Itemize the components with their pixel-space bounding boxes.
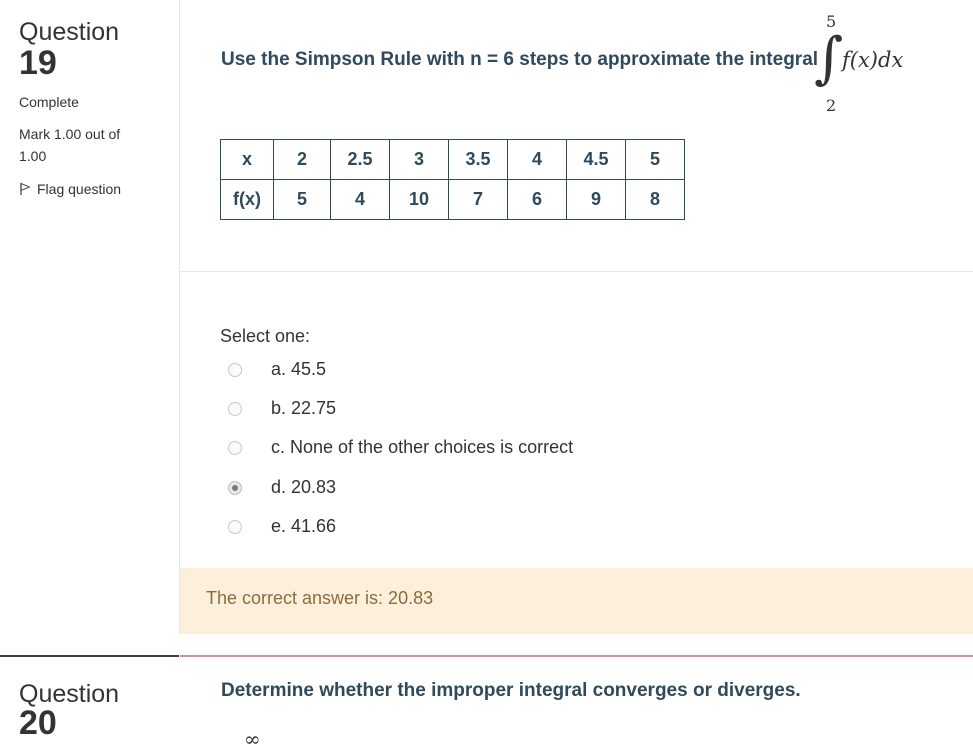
- table-cell: 5: [273, 179, 331, 220]
- radio-button-e[interactable]: [228, 519, 242, 534]
- info-column-divider: [179, 0, 180, 634]
- flag-question-link[interactable]: Flag question: [19, 178, 121, 200]
- values-table: x 2 2.5 3 3.5 4 4.5 5 f(x) 5 4 10 7 6 9 …: [220, 139, 685, 220]
- answer-option-e[interactable]: e. 41.66: [228, 516, 336, 537]
- table-cell: 4.5: [566, 139, 626, 180]
- answer-option-b[interactable]: b. 22.75: [228, 398, 336, 419]
- table-cell: 8: [625, 179, 685, 220]
- integral-integrand: f(x)dx: [842, 48, 904, 72]
- radio-button-d[interactable]: [228, 480, 242, 495]
- table-cell: 6: [507, 179, 567, 220]
- answer-option-d[interactable]: d. 20.83: [228, 477, 336, 498]
- table-row-x: x 2 2.5 3 3.5 4 4.5 5: [220, 139, 685, 180]
- question-mark-line2: 1.00: [19, 148, 47, 164]
- question-number: 20: [19, 704, 57, 742]
- integral-upper-limit: ∞: [244, 727, 261, 751]
- answer-option-a[interactable]: a. 45.5: [228, 359, 326, 380]
- question-status: Complete: [19, 94, 79, 110]
- table-cell: 3: [389, 139, 449, 180]
- question-number: 19: [19, 44, 57, 82]
- table-cell: 10: [389, 179, 449, 220]
- answer-option-label: d. 20.83: [271, 477, 337, 497]
- table-row-fx: f(x) 5 4 10 7 6 9 8: [220, 179, 685, 220]
- section-divider: [180, 271, 973, 272]
- table-cell: 2.5: [330, 139, 390, 180]
- flag-icon: [20, 182, 31, 195]
- table-cell: 9: [566, 179, 626, 220]
- question-mark-line1: Mark 1.00 out of: [19, 126, 121, 142]
- question-label: Question: [19, 18, 120, 46]
- table-cell: 4: [330, 179, 390, 220]
- answer-option-label: e. 41.66: [271, 516, 337, 536]
- answer-option-label: a. 45.5: [271, 359, 327, 379]
- radio-button-a[interactable]: [228, 362, 242, 377]
- answer-option-label: b. 22.75: [271, 398, 337, 418]
- integral-expression: 5 ∫ f(x)dx 2: [814, 12, 934, 118]
- feedback-box: The correct answer is: 20.83: [180, 568, 973, 634]
- correct-answer-text: The correct answer is: 20.83: [206, 588, 434, 608]
- table-header-fx: f(x): [220, 179, 274, 220]
- table-cell: 4: [507, 139, 567, 180]
- table-cell: 5: [625, 139, 685, 180]
- question-prompt: Determine whether the improper integral …: [221, 680, 801, 701]
- select-one-label: Select one:: [220, 326, 311, 346]
- flag-question-label: Flag question: [37, 181, 122, 197]
- table-cell: 7: [448, 179, 508, 220]
- answer-option-label: c. None of the other choices is correct: [271, 437, 574, 457]
- question-separator-right: [180, 655, 973, 657]
- radio-button-b[interactable]: [228, 401, 242, 416]
- table-header-x: x: [220, 139, 274, 180]
- question-separator-left: [0, 655, 179, 657]
- question-prompt: Use the Simpson Rule with n = 6 steps to…: [221, 49, 819, 70]
- table-cell: 3.5: [448, 139, 508, 180]
- table-cell: 2: [273, 139, 331, 180]
- integral-lower-limit: 2: [826, 96, 837, 115]
- answer-option-c[interactable]: c. None of the other choices is correct: [228, 437, 573, 458]
- radio-button-c[interactable]: [228, 440, 242, 455]
- integral-sign: ∫: [814, 26, 844, 91]
